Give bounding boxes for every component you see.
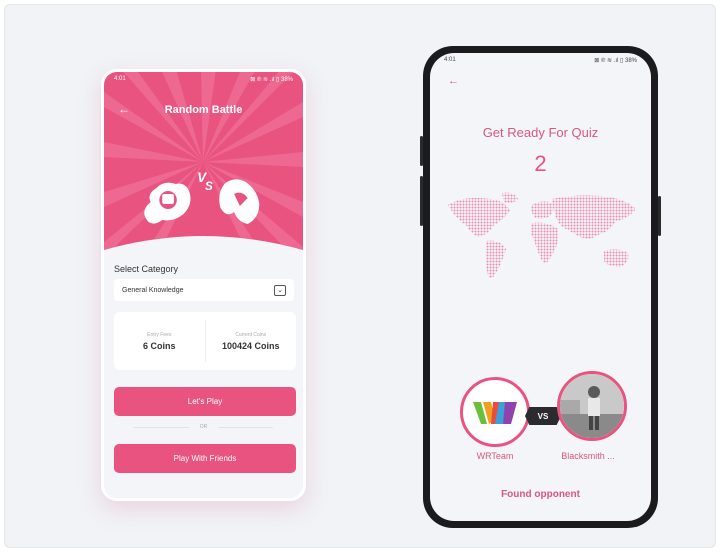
current-coins-label: Current Coins	[235, 331, 267, 338]
versus-badge: VS	[525, 407, 561, 425]
status-bar: 4:01 ⊠ ℗ ≋ .ıl ▯ 38%	[444, 57, 637, 67]
entry-fees-label: Entry Fees	[147, 331, 172, 338]
opponent-photo	[560, 374, 624, 438]
wrteam-logo	[473, 402, 517, 424]
player-two-name: Blacksmith ...	[561, 451, 615, 461]
screen-title: Random Battle	[164, 104, 243, 116]
category-value: General Knowledge	[122, 286, 184, 294]
status-bar: 4:01 ⊠ ℗ ≋ .ıl ▯ 38%	[114, 76, 293, 86]
entry-fees-value: 6 Coins	[142, 340, 176, 351]
back-arrow-icon[interactable]: ←	[448, 75, 459, 87]
random-battle-phone: V S 4:01 ⊠ ℗ ≋ .ıl ▯ 38% ← Random Battle…	[101, 69, 306, 501]
status-icons: ⊠ ℗ ≋ .ıl ▯ 38%	[594, 58, 637, 64]
or-separator: OR	[134, 424, 273, 430]
showcase-card: V S 4:01 ⊠ ℗ ≋ .ıl ▯ 38% ← Random Battle…	[4, 4, 716, 548]
svg-text:S: S	[205, 179, 213, 193]
status-icons: ⊠ ℗ ≋ .ıl ▯ 38%	[250, 77, 293, 83]
player-two-avatar	[557, 371, 627, 441]
coins-panel: Entry Fees 6 Coins Current Coins 100424 …	[114, 312, 296, 370]
world-map	[448, 192, 636, 279]
side-button	[420, 136, 423, 166]
status-time: 4:01	[114, 76, 126, 82]
player-one-avatar	[460, 377, 530, 447]
entry-fees: Entry Fees 6 Coins	[114, 312, 205, 370]
side-button	[420, 176, 423, 226]
status-time: 4:01	[444, 57, 456, 63]
current-coins-value: 100424 Coins	[221, 340, 280, 351]
section-label: Select Category	[114, 264, 179, 274]
quiz-ready-phone: 4:01 ⊠ ℗ ≋ .ıl ▯ 38% ← Get Ready For Qui…	[420, 46, 661, 528]
battle-hero-banner: V S	[104, 72, 303, 250]
player-one-name: WRTeam	[476, 451, 514, 461]
lets-play-button[interactable]: Let's Play	[114, 387, 296, 416]
current-coins: Current Coins 100424 Coins	[206, 312, 297, 370]
countdown: 2	[534, 151, 547, 176]
power-button	[658, 196, 661, 236]
match-status: Found opponent	[501, 489, 580, 500]
phone-screen: 4:01 ⊠ ℗ ≋ .ıl ▯ 38% ← Get Ready For Qui…	[430, 53, 651, 521]
chevron-down-icon: ⌄	[274, 284, 286, 296]
category-dropdown[interactable]: General Knowledge ⌄	[114, 279, 294, 301]
screen-title: Get Ready For Quiz	[482, 125, 599, 140]
play-with-friends-button[interactable]: Play With Friends	[114, 444, 296, 473]
